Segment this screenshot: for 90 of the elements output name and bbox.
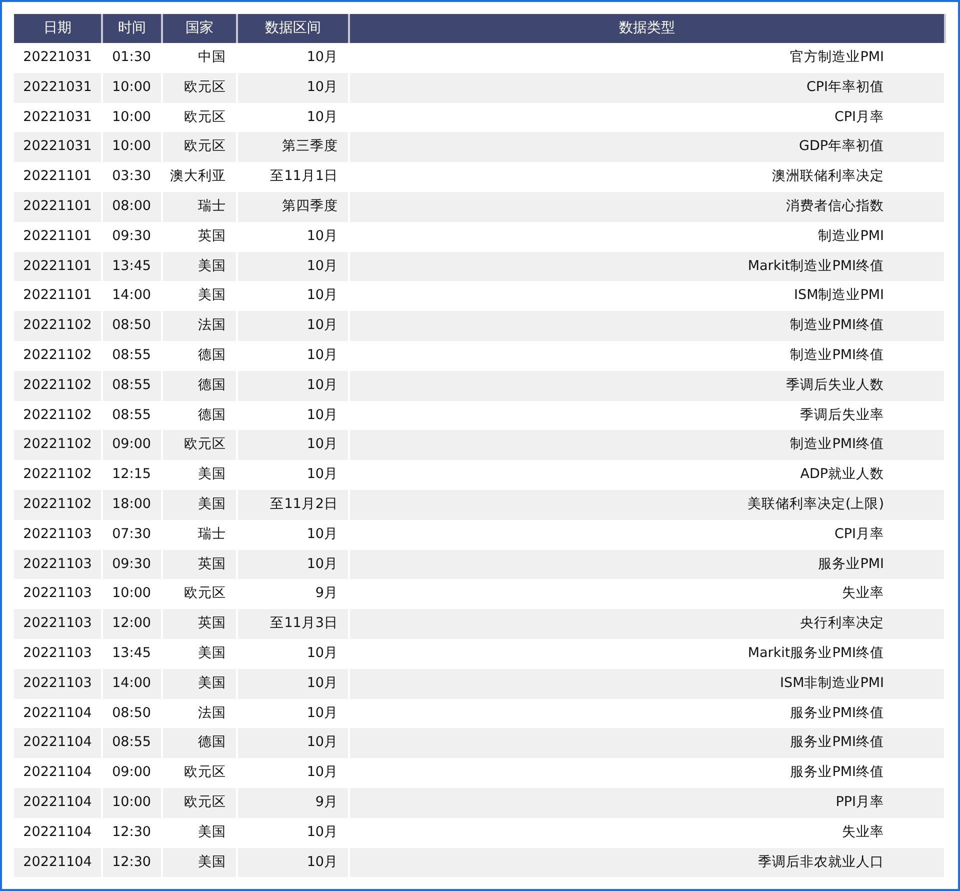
table-cell: 20221104 bbox=[14, 848, 103, 878]
table-cell: PPI月率 bbox=[350, 788, 946, 818]
table-cell: 欧元区 bbox=[163, 430, 238, 460]
table-cell: 美国 bbox=[163, 252, 238, 282]
table-cell: 服务业PMI bbox=[350, 550, 946, 580]
table-cell: 10月 bbox=[238, 668, 350, 699]
table-cell: 20221031 bbox=[14, 132, 103, 162]
table-cell: 德国 bbox=[163, 728, 238, 758]
table-cell: 20221102 bbox=[14, 490, 103, 520]
table-cell: 第三季度 bbox=[238, 132, 350, 162]
table-cell: 20221104 bbox=[14, 788, 103, 818]
table-cell: 20221101 bbox=[14, 192, 103, 222]
table-cell: CPI月率 bbox=[350, 102, 946, 132]
table-cell: 18:00 bbox=[103, 490, 163, 520]
column-header: 时间 bbox=[103, 14, 163, 43]
table-cell: 10月 bbox=[238, 311, 350, 341]
table-cell: 20221102 bbox=[14, 400, 103, 430]
table-cell: 10月 bbox=[238, 698, 350, 728]
table-cell: 20221103 bbox=[14, 550, 103, 580]
table-cell: 至11月2日 bbox=[238, 490, 350, 520]
table-cell: 制造业PMI终值 bbox=[350, 430, 946, 460]
table-cell: 20221103 bbox=[14, 668, 103, 699]
table-cell: 10月 bbox=[238, 400, 350, 430]
table-cell: 08:50 bbox=[103, 698, 163, 728]
table-cell: 08:55 bbox=[103, 728, 163, 758]
table-cell: 美联储利率决定(上限) bbox=[350, 490, 946, 520]
table-cell: 08:55 bbox=[103, 370, 163, 401]
table-cell: 服务业PMI终值 bbox=[350, 728, 946, 758]
table-cell: 20221102 bbox=[14, 311, 103, 341]
table-cell: Markit制造业PMI终值 bbox=[350, 252, 946, 282]
column-header: 日期 bbox=[14, 14, 103, 43]
table-cell: 美国 bbox=[163, 668, 238, 699]
table-cell: 20221031 bbox=[14, 72, 103, 103]
table-cell: 季调后失业人数 bbox=[350, 370, 946, 401]
table-cell: 至11月3日 bbox=[238, 609, 350, 639]
table-cell: 英国 bbox=[163, 609, 238, 639]
table-cell: 10月 bbox=[238, 72, 350, 103]
table-cell: 季调后失业率 bbox=[350, 400, 946, 430]
table-cell: 德国 bbox=[163, 370, 238, 401]
table-cell: 欧元区 bbox=[163, 102, 238, 132]
table-cell: 10:00 bbox=[103, 72, 163, 103]
table-cell: 第四季度 bbox=[238, 192, 350, 222]
table-cell: 法国 bbox=[163, 311, 238, 341]
table-cell: 20221104 bbox=[14, 728, 103, 758]
table-cell: 20221103 bbox=[14, 609, 103, 639]
column-header: 数据类型 bbox=[350, 14, 946, 43]
table-cell: 欧元区 bbox=[163, 132, 238, 162]
table-cell: 20221104 bbox=[14, 698, 103, 728]
column-header: 数据区间 bbox=[238, 14, 350, 43]
table-cell: 10:00 bbox=[103, 102, 163, 132]
table-cell: 14:00 bbox=[103, 668, 163, 699]
table-cell: 12:30 bbox=[103, 848, 163, 878]
table-cell: 美国 bbox=[163, 490, 238, 520]
column-header: 国家 bbox=[163, 14, 238, 43]
table-cell: ISM非制造业PMI bbox=[350, 668, 946, 699]
table-cell: 10:00 bbox=[103, 788, 163, 818]
table-cell: 10月 bbox=[238, 370, 350, 401]
table-cell: 欧元区 bbox=[163, 788, 238, 818]
table-cell: 10月 bbox=[238, 430, 350, 460]
table-cell: 9月 bbox=[238, 788, 350, 818]
table-cell: 08:50 bbox=[103, 311, 163, 341]
table-cell: 美国 bbox=[163, 848, 238, 878]
table-cell: 10月 bbox=[238, 252, 350, 282]
table-cell: GDP年率初值 bbox=[350, 132, 946, 162]
table-cell: 季调后非农就业人口 bbox=[350, 848, 946, 878]
table-cell: 08:00 bbox=[103, 192, 163, 222]
table-cell: 10月 bbox=[238, 848, 350, 878]
table-cell: 20221101 bbox=[14, 252, 103, 282]
table-cell: 08:55 bbox=[103, 400, 163, 430]
table-cell: 10月 bbox=[238, 728, 350, 758]
table-cell: 瑞士 bbox=[163, 192, 238, 222]
table-cell: 13:45 bbox=[103, 252, 163, 282]
table-cell: 英国 bbox=[163, 550, 238, 580]
table-cell: 央行利率决定 bbox=[350, 609, 946, 639]
table-cell: 服务业PMI终值 bbox=[350, 698, 946, 728]
table-cell: 20221102 bbox=[14, 430, 103, 460]
table-cell: 20221102 bbox=[14, 370, 103, 401]
table-cell: 10:00 bbox=[103, 132, 163, 162]
table-cell: 法国 bbox=[163, 698, 238, 728]
table-cell: 欧元区 bbox=[163, 72, 238, 103]
table-cell: 10月 bbox=[238, 550, 350, 580]
table-cell: 德国 bbox=[163, 400, 238, 430]
table-cell: 制造业PMI终值 bbox=[350, 311, 946, 341]
table-cell: 20221031 bbox=[14, 102, 103, 132]
table-cell: 消费者信心指数 bbox=[350, 192, 946, 222]
table-cell: 09:30 bbox=[103, 550, 163, 580]
table-cell: 12:00 bbox=[103, 609, 163, 639]
table-cell: CPI年率初值 bbox=[350, 72, 946, 103]
table-cell: 09:00 bbox=[103, 430, 163, 460]
table-cell: 10月 bbox=[238, 102, 350, 132]
